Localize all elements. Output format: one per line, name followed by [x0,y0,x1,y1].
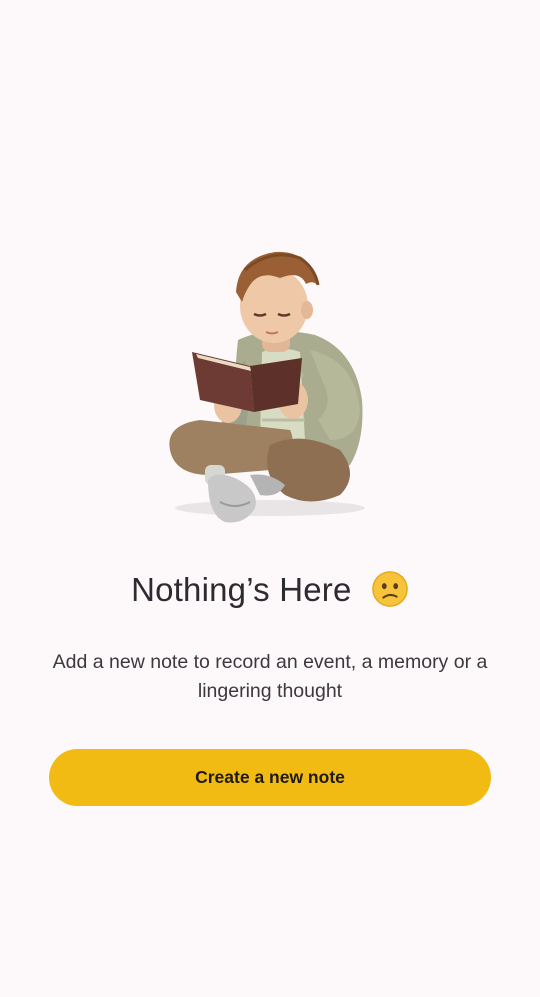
notes-empty-screen: Nothing’s Here Add a new note to record … [0,0,540,997]
empty-state-title-text: Nothing’s Here [131,571,352,608]
empty-state-description: Add a new note to record an event, a mem… [52,651,488,702]
empty-state-title: Nothing’s Here [0,566,540,614]
boy-reading-book-illustration [169,251,365,523]
confused-face-emoji-icon [372,571,408,607]
create-new-note-button[interactable]: Create a new note [49,749,491,806]
